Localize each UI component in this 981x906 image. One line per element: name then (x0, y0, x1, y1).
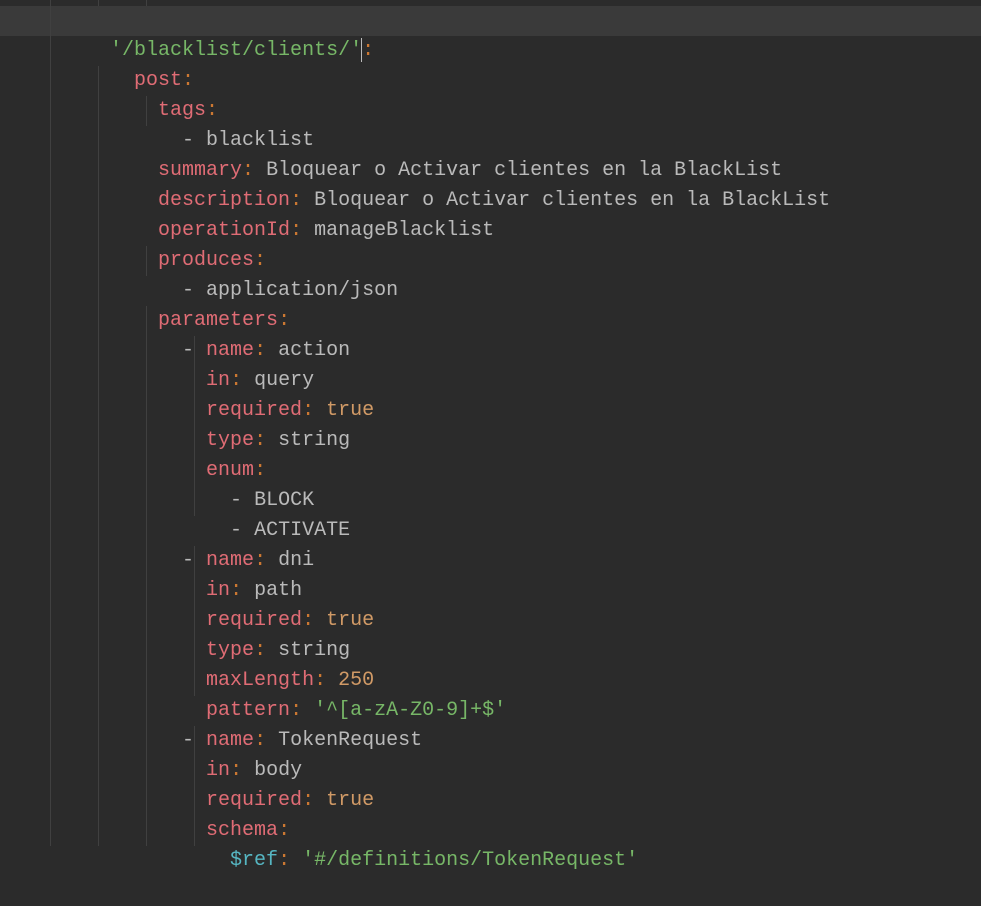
code-line[interactable]: in: query (0, 336, 981, 366)
code-line-active[interactable]: '/blacklist/clients/': (0, 6, 981, 36)
code-line[interactable]: produces: (0, 216, 981, 246)
code-line[interactable]: - name: action (0, 306, 981, 336)
code-editor[interactable]: - oAuth2: [] '/blacklist/clients/': post… (0, 0, 981, 846)
code-line[interactable]: in: path (0, 546, 981, 576)
code-line[interactable]: - application/json (0, 246, 981, 276)
code-line[interactable]: - blacklist (0, 96, 981, 126)
yaml-key: $ref (230, 849, 278, 872)
code-line[interactable]: pattern: '^[a-zA-Z0-9]+$' (0, 666, 981, 696)
code-line[interactable]: - ACTIVATE (0, 486, 981, 516)
code-line[interactable]: description: Bloquear o Activar clientes… (0, 156, 981, 186)
code-line[interactable]: required: true (0, 576, 981, 606)
code-line[interactable]: - BLOCK (0, 456, 981, 486)
code-line[interactable]: post: (0, 36, 981, 66)
code-line[interactable]: enum: (0, 426, 981, 456)
code-line[interactable]: $ref: '#/definitions/TokenRequest' (0, 816, 981, 846)
code-line[interactable]: - name: TokenRequest (0, 696, 981, 726)
code-line[interactable]: type: string (0, 396, 981, 426)
code-line[interactable]: in: body (0, 726, 981, 756)
code-line[interactable]: parameters: (0, 276, 981, 306)
code-line[interactable]: maxLength: 250 (0, 636, 981, 666)
code-line[interactable]: operationId: manageBlacklist (0, 186, 981, 216)
code-line[interactable]: - name: dni (0, 516, 981, 546)
code-line[interactable]: required: true (0, 366, 981, 396)
code-line[interactable]: required: true (0, 756, 981, 786)
code-line[interactable]: summary: Bloquear o Activar clientes en … (0, 126, 981, 156)
yaml-value: '#/definitions/TokenRequest' (302, 849, 638, 872)
code-line[interactable]: schema: (0, 786, 981, 816)
code-line[interactable]: tags: (0, 66, 981, 96)
code-line[interactable]: type: string (0, 606, 981, 636)
